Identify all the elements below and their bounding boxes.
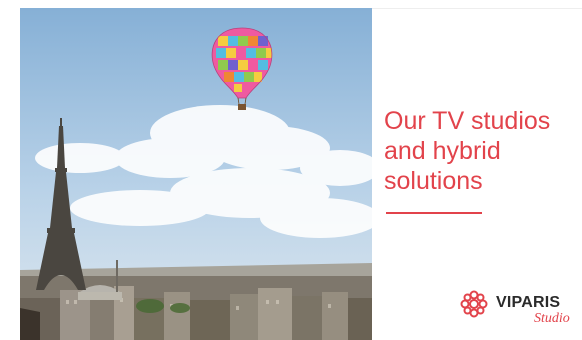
headline-line-2: and hybrid bbox=[384, 137, 501, 165]
accent-rule bbox=[386, 212, 482, 214]
headline-line-3: solutions bbox=[384, 167, 483, 195]
logo-wordmark: VIPARIS bbox=[496, 294, 561, 311]
hero-image bbox=[20, 8, 372, 340]
top-divider bbox=[372, 8, 582, 9]
logo-subtitle: Studio bbox=[534, 311, 570, 326]
left-gutter bbox=[0, 0, 20, 340]
headline: Our TV studios and hybrid solutions bbox=[384, 106, 582, 196]
headline-line-1: Our TV studios bbox=[384, 107, 551, 135]
viparis-flower-icon bbox=[460, 290, 488, 318]
viparis-logo[interactable]: VIPARIS Studio bbox=[456, 286, 582, 336]
